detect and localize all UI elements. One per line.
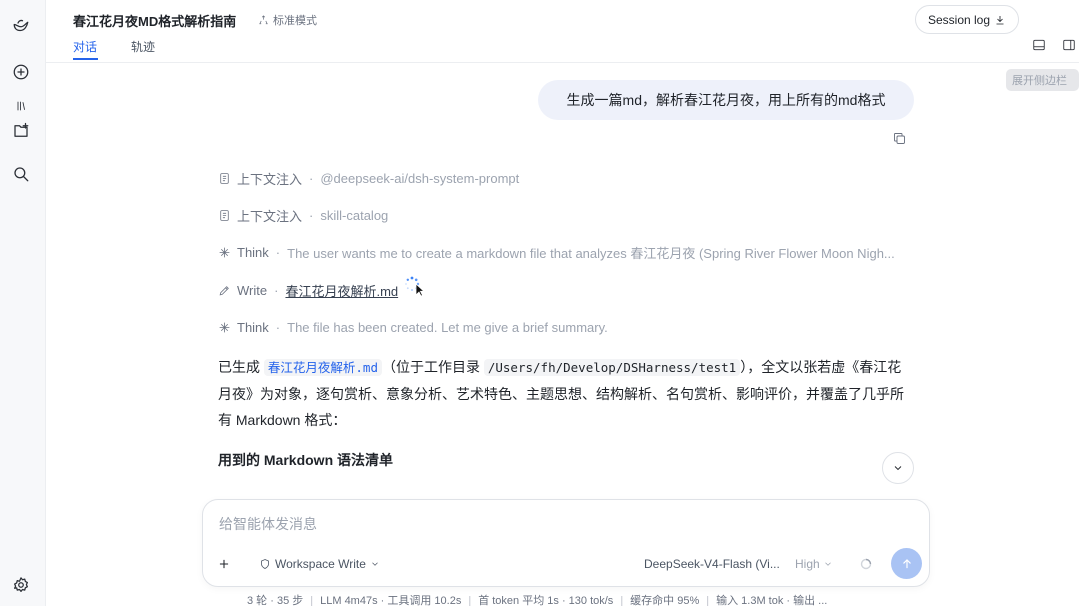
status-cache: 缓存命中 95% xyxy=(630,595,700,606)
step-context-1[interactable]: 上下文注入 · @deepseek-ai/dsh-system-prompt xyxy=(218,169,519,187)
written-file-link[interactable]: 春江花月夜解析.md xyxy=(285,281,398,300)
mouse-cursor-icon xyxy=(415,283,425,297)
chevron-down-icon xyxy=(894,466,902,471)
chevron-down-icon xyxy=(372,562,378,566)
send-button[interactable] xyxy=(891,548,922,579)
section-heading: 用到的 Markdown 语法清单 xyxy=(218,452,394,468)
mode-label: 标准模式 xyxy=(273,15,317,27)
step-kind: 上下文注入 xyxy=(237,208,303,224)
download-icon xyxy=(996,15,1004,24)
session-log-label: Session log xyxy=(927,12,991,27)
attach-button[interactable] xyxy=(211,551,237,577)
workspace-mode-label: Workspace Write xyxy=(275,557,366,571)
sparkle-icon xyxy=(219,322,230,332)
model-select[interactable]: DeepSeek-V4-Flash (Vi... xyxy=(644,557,780,571)
copy-icon[interactable] xyxy=(892,131,908,147)
step-detail: The file has been created. Let me give a… xyxy=(287,319,608,335)
step-kind: Write xyxy=(237,282,268,298)
message-composer[interactable]: 给智能体发消息 Workspace Write DeepSeek-V4-Flas… xyxy=(202,499,930,587)
active-tab-indicator xyxy=(73,58,98,60)
step-separator: · xyxy=(275,319,281,335)
plus-icon xyxy=(219,559,229,569)
step-separator: · xyxy=(309,207,314,223)
search-icon[interactable] xyxy=(11,164,31,184)
mode-badge[interactable]: 标准模式 xyxy=(258,12,317,28)
user-message-bubble: 生成一篇md，解析春江花月夜，用上所有的md格式 xyxy=(538,80,914,120)
step-detail: The user wants me to create a markdown f… xyxy=(287,245,895,261)
sidebar-tooltip: 展开侧边栏 xyxy=(1006,69,1079,91)
arrow-up-icon xyxy=(902,558,911,568)
step-think-2[interactable]: Think · The file has been created. Let m… xyxy=(218,318,608,336)
logo-icon[interactable] xyxy=(11,16,31,36)
status-tokens: 输入 1.3M tok · 输出 ... xyxy=(716,595,828,606)
top-header: 春江花月夜MD格式解析指南 标准模式 对话 轨迹 Session log xyxy=(46,0,1079,63)
sparkle-icon xyxy=(219,247,230,257)
message-input[interactable]: 给智能体发消息 xyxy=(219,514,317,534)
tab-chat[interactable]: 对话 xyxy=(73,38,97,55)
effort-label: High xyxy=(795,557,820,571)
answer-file-code[interactable]: 春江花月夜解析.md xyxy=(263,359,382,376)
document-icon xyxy=(220,209,229,221)
effort-select[interactable]: High xyxy=(795,557,833,571)
step-separator: · xyxy=(309,170,314,186)
right-panel-icon[interactable] xyxy=(1062,38,1078,54)
session-log-button[interactable]: Session log xyxy=(915,5,1019,34)
step-detail: skill-catalog xyxy=(320,207,389,223)
scroll-down-button[interactable] xyxy=(882,452,914,484)
status-bar: 3 轮 · 35 步 | LLM 4m47s · 工具调用 10.2s | 首 toke… xyxy=(247,595,828,606)
status-throughput: 首 token 平均 1s · 130 tok/s xyxy=(478,595,614,606)
library-icon[interactable] xyxy=(11,96,31,116)
page-title: 春江花月夜MD格式解析指南 xyxy=(73,14,237,29)
chevron-down-icon xyxy=(824,562,831,566)
recycle-icon xyxy=(259,14,268,24)
shield-icon xyxy=(261,559,269,569)
user-message-text: 生成一篇md，解析春江花月夜，用上所有的md格式 xyxy=(566,92,886,108)
answer-prefix: 已生成 xyxy=(218,359,260,375)
step-write[interactable]: Write · 春江花月夜解析.md xyxy=(218,281,398,299)
context-usage-ring-icon xyxy=(860,558,872,570)
step-think-1[interactable]: Think · The user wants me to create a ma… xyxy=(218,243,895,261)
answer-path-code: /Users/fh/Develop/DSHarness/test1 xyxy=(483,359,741,376)
pen-icon xyxy=(219,285,229,295)
step-kind: Think xyxy=(237,244,269,260)
document-icon xyxy=(220,172,229,184)
settings-icon[interactable] xyxy=(11,575,31,595)
step-separator: · xyxy=(275,244,281,260)
left-rail xyxy=(0,0,46,606)
step-kind: 上下文注入 xyxy=(237,171,303,187)
workspace-mode-select[interactable]: Workspace Write xyxy=(259,557,380,571)
bottom-panel-icon[interactable] xyxy=(1032,38,1048,54)
new-folder-icon[interactable] xyxy=(11,121,31,141)
assistant-answer: 已生成 春江花月夜解析.md （位于工作目录 /Users/fh/Develop/… xyxy=(218,354,908,433)
status-llm-time: LLM 4m47s · 工具调用 10.2s xyxy=(320,595,462,606)
new-chat-icon[interactable] xyxy=(11,62,31,82)
tab-trajectory[interactable]: 轨迹 xyxy=(131,38,155,55)
status-turns: 3 轮 · 35 步 xyxy=(247,595,304,606)
step-separator: · xyxy=(274,282,279,298)
answer-mid: （位于工作目录 xyxy=(381,359,480,375)
step-kind: Think xyxy=(237,319,269,335)
step-detail: @deepseek-ai/dsh-system-prompt xyxy=(320,170,520,186)
step-context-2[interactable]: 上下文注入 · skill-catalog xyxy=(218,206,388,224)
